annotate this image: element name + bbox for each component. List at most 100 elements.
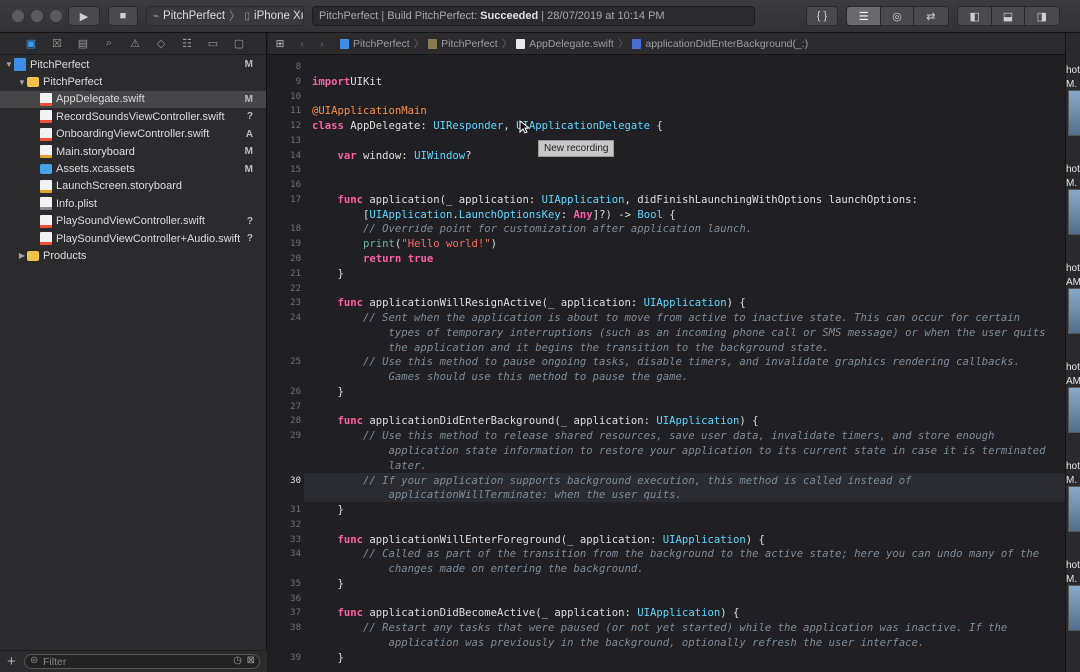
line-number: 23 [290,298,301,309]
file-tree-item[interactable]: AppDelegate.swift M [0,90,266,109]
code-token: ]?) -> [592,208,638,221]
window-thumbnail [1068,486,1080,532]
line-number: 32 [290,519,301,530]
code-line: func applicationWillResignActive(_ appli… [312,296,746,310]
line-number: 21 [290,268,301,279]
source-editor[interactable]: 8 9 10 11 12 13 14 15 16 17 18 19 20 21 22 23 24 25 26 27 28… [268,56,1065,672]
source-control-filter-icon[interactable]: ⊠ [247,655,255,666]
file-tree-item-label: Products [43,249,87,262]
filter-input[interactable] [43,655,223,668]
code-token: UIApplication [643,297,727,310]
breadcrumb-item-label: PitchPerfect [441,37,498,50]
code-line: } [312,651,344,665]
forward-arrow-icon[interactable]: › [312,38,332,50]
line-number: 16 [290,180,301,191]
file-tree-item-label: OnboardingViewController.swift [56,128,210,141]
file-tree-item[interactable]: ▶ Products [0,247,266,264]
file-tree-item[interactable]: ▼ PitchPerfect M [0,56,266,73]
symbol-icon[interactable]: ▤ [70,37,96,50]
standard-editor-icon[interactable]: ☰ [847,7,882,25]
code-review-button[interactable]: { } [806,6,838,26]
file-tree-item[interactable]: Main.storyboard M [0,143,266,160]
search-icon[interactable]: ⌕ [96,37,122,50]
warning-icon[interactable]: ⚠ [122,37,148,50]
code-token: } [312,504,344,517]
file-tree-item[interactable]: PlaySoundViewController.swift? [0,213,266,230]
code-token: ) { [720,607,740,620]
code-line: applicationWillTerminate: when the user … [312,488,682,502]
window-minimize-button[interactable] [31,10,43,22]
stop-button[interactable]: ■ [108,6,138,26]
breadcrumb-item[interactable]: PitchPerfect [428,38,498,50]
breadcrumb-item[interactable]: AppDelegate.swift [516,38,614,50]
scheme-selector[interactable]: ⌁ PitchPerfect 〉 ▯ iPhone Xʀ [146,6,304,26]
file-tree-item-label: PitchPerfect [30,58,90,71]
disclosure-triangle-icon[interactable]: ▶ [17,251,27,260]
panel-toggle-control[interactable]: ◧ ⬓ ◨ [957,6,1060,26]
debug-area-toggle-icon[interactable]: ⬓ [992,7,1025,25]
assistant-editor-icon[interactable]: ◎ [881,7,914,25]
toolbar: ▶ ■ ⌁ PitchPerfect 〉 ▯ iPhone Xʀ PitchPe… [0,0,1080,33]
source-control-status: M [244,59,253,71]
file-tree-item[interactable]: OnboardingViewController.swift A [0,126,266,143]
line-number: 25 [290,357,301,368]
scheme-separator: 〉 [229,11,241,23]
test-icon[interactable]: ◇ [148,37,174,50]
inspector-toggle-icon[interactable]: ◨ [1024,7,1059,25]
breadcrumb-item-icon [632,38,642,49]
run-button[interactable]: ▶ [68,6,100,26]
window-label: M. [1066,475,1078,486]
code-token: ) [490,238,497,251]
related-items-icon[interactable]: ⊞ [268,38,292,50]
disclosure-triangle-icon[interactable]: ▼ [17,78,27,87]
line-number: 13 [290,135,301,146]
code-line: application was previously in the backgr… [312,636,925,650]
code-line: @UIApplicationMain [312,104,427,118]
line-number: 29 [290,431,301,442]
code-token: application state information to restore… [388,445,1046,458]
add-icon[interactable]: + [7,653,16,670]
code-line: } [312,577,344,591]
code-token: : [560,208,574,221]
line-number: 17 [290,194,301,205]
code-token: applicationWillTerminate: when the user … [388,489,682,502]
file-tree-item[interactable]: LaunchScreen.storyboard [0,178,266,195]
file-tree-item-label: RecordSoundsViewController.swift [56,110,225,123]
back-arrow-icon[interactable]: ‹ [292,38,312,50]
code-token: "Hello world!" [401,238,491,251]
swift-file-icon [40,214,52,228]
code-line: importUIKit [312,75,382,89]
code-token: func [337,193,364,206]
file-tree-item[interactable]: ▼ PitchPerfect [0,73,266,90]
line-number: 34 [290,549,301,560]
recent-files-icon[interactable]: ◷ [233,655,242,666]
version-editor-icon[interactable]: ⇄ [913,7,948,25]
source-control-icon[interactable]: ☒ [44,37,70,50]
debug-icon[interactable]: ☷ [174,37,200,50]
code-token: { [662,208,676,221]
plist-file-icon [40,197,52,211]
navigator-toggle-icon[interactable]: ◧ [958,7,993,25]
code-line: var window: UIWindow? [312,149,472,163]
file-tree-item[interactable]: Info.plist [0,195,266,212]
breakpoint-icon[interactable]: ▭ [200,37,226,50]
code-token: // Use this method to release shared res… [363,430,995,443]
file-tree-item[interactable]: PlaySoundViewController+Audio.swift? [0,230,266,247]
disclosure-triangle-icon[interactable]: ▼ [4,60,14,69]
line-number: 14 [290,150,301,161]
file-tree-item[interactable]: RecordSoundsViewController.swift? [0,108,266,125]
window-close-button[interactable] [12,10,24,22]
window-thumbnail [1068,585,1080,631]
report-icon[interactable]: ▢ [226,37,252,50]
filter-field[interactable]: ⊜ ◷ ⊠ [24,654,260,669]
window-zoom-button[interactable] [50,10,62,22]
breadcrumb-item[interactable]: PitchPerfect [340,38,410,50]
code-token: ? [465,149,472,162]
file-tree-item[interactable]: Assets.xcassets M [0,160,266,177]
breadcrumb-item-icon [516,38,526,49]
folder-icon[interactable]: ▣ [18,37,44,50]
editor-mode-control[interactable]: ☰ ◎ ⇄ [846,6,949,26]
breadcrumb-item[interactable]: applicationDidEnterBackground(_:) [632,38,808,50]
